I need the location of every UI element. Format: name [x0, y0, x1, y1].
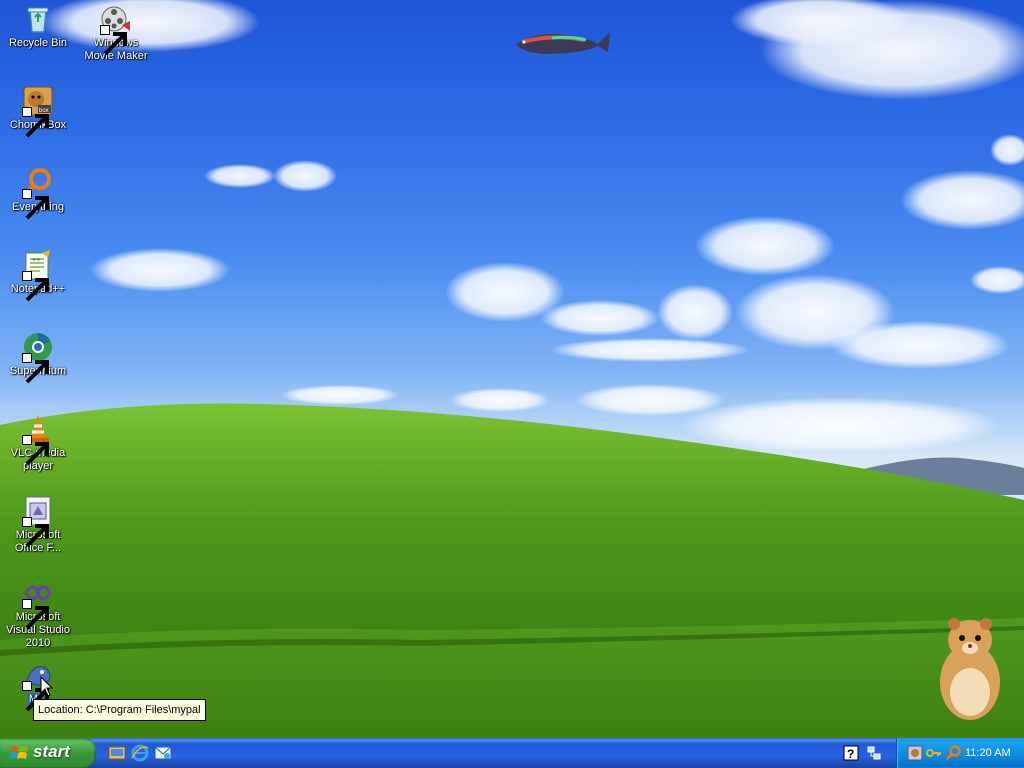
hamster-image — [940, 618, 1000, 720]
desktop-icon-windows-movie-maker[interactable]: Windows Movie Maker — [78, 3, 154, 63]
notepad-plus-plus-icon: ++ — [22, 249, 54, 302]
help-icon[interactable]: ? — [843, 745, 859, 761]
desktop-icon-supermium[interactable]: Supermium — [0, 331, 76, 384]
shortcut-arrow-icon — [22, 353, 49, 384]
shortcut-arrow-icon — [22, 271, 49, 302]
desktop-icon-notepad-plus-plus[interactable]: ++ Notepad++ — [0, 249, 76, 302]
desktop-icon-microsoft-office[interactable]: Microsoft Office F... — [0, 495, 76, 555]
chomikbox-icon: box — [22, 85, 54, 138]
desktop-icon-visual-studio[interactable]: Microsoft Visual Studio 2010 — [0, 577, 76, 650]
outlook-express-icon[interactable] — [154, 744, 172, 762]
recycle-bin-icon — [22, 3, 54, 35]
search-tray-icon[interactable] — [945, 745, 961, 761]
shortcut-arrow-icon — [22, 189, 49, 220]
svg-text:++: ++ — [32, 257, 40, 264]
windows-logo-icon — [10, 746, 28, 759]
bliss-wallpaper — [0, 0, 1024, 738]
shortcut-arrow-icon — [100, 25, 127, 56]
network-icon[interactable] — [866, 745, 882, 761]
internet-explorer-icon[interactable] — [131, 744, 149, 762]
chomikbox-tray-icon[interactable] — [907, 745, 923, 761]
everything-search-icon — [22, 167, 54, 220]
supermium-browser-icon — [22, 331, 54, 384]
office-document-icon — [22, 495, 54, 548]
show-desktop-icon[interactable] — [108, 744, 126, 762]
desktop-icon-chomikbox[interactable]: box ChomikBox — [0, 85, 76, 138]
desktop-icon-everything[interactable]: Everything — [0, 167, 76, 220]
mouse-cursor-icon — [40, 676, 54, 697]
taskbar: start ? 11:20 AM — [0, 738, 1024, 768]
desktop-icon-vlc[interactable]: VLC media player — [0, 413, 76, 473]
desktop-icon-recycle-bin[interactable]: Recycle Bin — [0, 3, 76, 50]
shortcut-arrow-icon — [22, 599, 49, 630]
key-icon[interactable] — [926, 745, 942, 761]
svg-text:?: ? — [847, 747, 854, 761]
tooltip: Location: C:\Program Files\mypal — [33, 699, 206, 721]
start-label: start — [33, 742, 70, 761]
desktop[interactable]: Recycle Bin Windows Movie Maker box Chom… — [0, 0, 1024, 738]
clock[interactable]: 11:20 AM — [965, 738, 1011, 768]
icon-label: Recycle Bin — [8, 37, 68, 49]
shortcut-arrow-icon — [22, 681, 49, 712]
start-button[interactable]: start — [0, 738, 96, 768]
movie-maker-icon — [100, 3, 132, 56]
vlc-cone-icon — [22, 413, 54, 466]
shortcut-arrow-icon — [22, 107, 49, 138]
visual-studio-icon — [22, 577, 54, 630]
shortcut-arrow-icon — [22, 517, 49, 548]
shortcut-arrow-icon — [22, 435, 49, 466]
swimming-fish-image — [516, 32, 610, 54]
